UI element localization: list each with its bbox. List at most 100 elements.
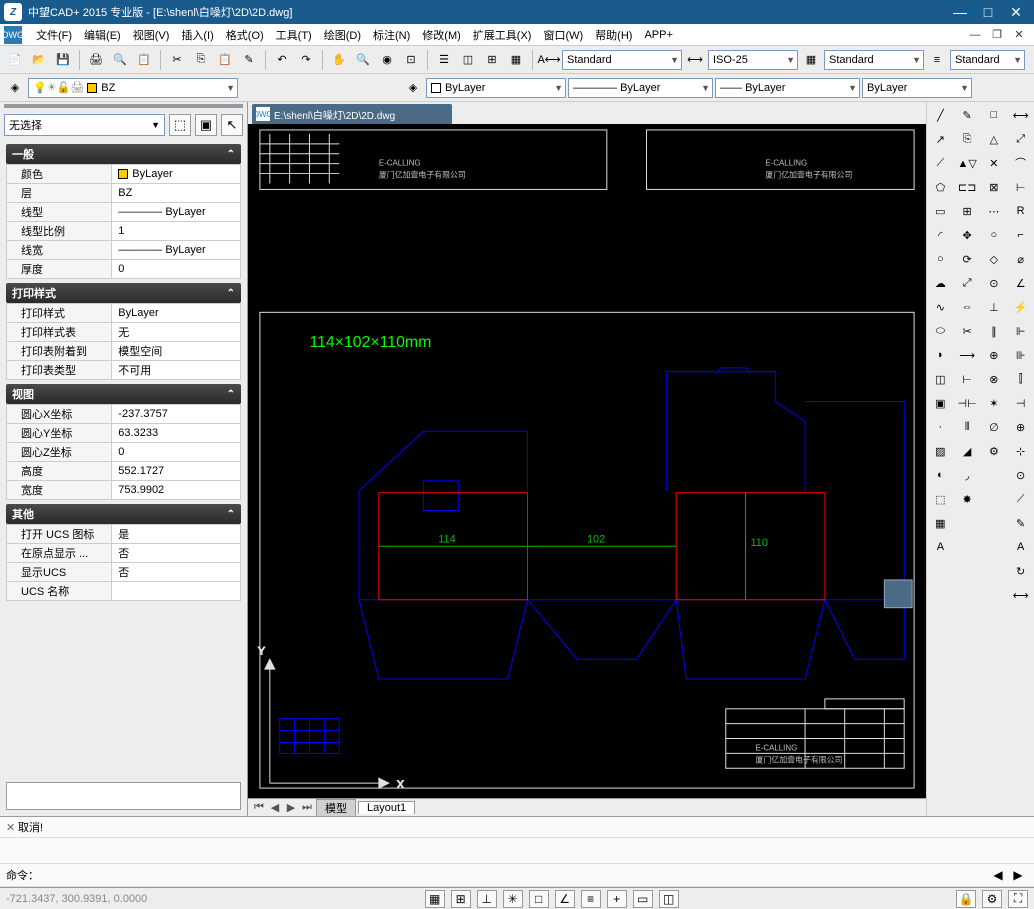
property-row[interactable]: 圆心Y坐标63.3233: [7, 424, 241, 443]
property-row[interactable]: 打印样式ByLayer: [7, 304, 241, 323]
property-row[interactable]: 线型比例1: [7, 222, 241, 241]
dim-arc-icon[interactable]: ⌒: [1010, 152, 1032, 174]
erase-icon[interactable]: ✎: [956, 104, 978, 126]
property-row[interactable]: 线型———— ByLayer: [7, 203, 241, 222]
pline-icon[interactable]: ⟋: [929, 152, 951, 174]
menu-draw[interactable]: 绘图(D): [318, 24, 367, 45]
arc-icon[interactable]: ◜: [929, 224, 951, 246]
join-icon[interactable]: ⫴: [956, 416, 978, 438]
circle-icon[interactable]: ○: [929, 248, 951, 270]
break-at-icon[interactable]: ⊢: [956, 368, 978, 390]
snap-appint-icon[interactable]: ⊠: [983, 176, 1005, 198]
menu-format[interactable]: 格式(O): [220, 24, 270, 45]
snap-node-icon[interactable]: ⊗: [983, 368, 1005, 390]
mirror-icon[interactable]: ▲▽: [956, 152, 978, 174]
property-row[interactable]: 高度552.1727: [7, 462, 241, 481]
break-icon[interactable]: ⊣⊢: [956, 392, 978, 414]
polar-toggle[interactable]: ✳: [503, 890, 523, 908]
snap-perp-icon[interactable]: ⊥: [983, 296, 1005, 318]
dim-icon[interactable]: ⟷: [684, 49, 706, 71]
dim-style-dropdown[interactable]: ISO-25▼: [708, 50, 798, 70]
revcloud-icon[interactable]: ☁: [929, 272, 951, 294]
dim-base-icon[interactable]: ⊩: [1010, 320, 1032, 342]
child-restore[interactable]: ❐: [986, 28, 1008, 41]
layer-manager-icon[interactable]: ◈: [4, 77, 26, 99]
lwt-toggle[interactable]: ≡: [581, 890, 601, 908]
snap-tan-icon[interactable]: ⊙: [983, 272, 1005, 294]
dim-quick-icon[interactable]: ⚡: [1010, 296, 1032, 318]
text-style-dropdown[interactable]: Standard▼: [562, 50, 682, 70]
child-minimize[interactable]: —: [964, 29, 986, 41]
section-header[interactable]: 其他⌃: [6, 504, 241, 524]
dim-ord-icon[interactable]: ⊢: [1010, 176, 1032, 198]
table-style-dropdown[interactable]: Standard▼: [824, 50, 924, 70]
tool-palette-icon[interactable]: ⊞: [481, 49, 503, 71]
section-header[interactable]: 一般⌃: [6, 144, 241, 164]
menu-tools[interactable]: 工具(T): [270, 24, 318, 45]
redo-icon[interactable]: ↷: [295, 49, 317, 71]
fillet-icon[interactable]: ◞: [956, 464, 978, 486]
ray-icon[interactable]: ↗: [929, 128, 951, 150]
center-mark-icon[interactable]: ⊹: [1010, 440, 1032, 462]
menu-help[interactable]: 帮助(H): [589, 24, 638, 45]
snap-settings-icon[interactable]: ⚙: [983, 440, 1005, 462]
dim-dia-icon[interactable]: ⌀: [1010, 248, 1032, 270]
property-row[interactable]: 圆心X坐标-237.3757: [7, 405, 241, 424]
dim-break-icon[interactable]: ⊣: [1010, 392, 1032, 414]
hatch-icon[interactable]: ▨: [929, 440, 951, 462]
menu-view[interactable]: 视图(V): [127, 24, 176, 45]
ml-style-icon[interactable]: ≡: [926, 49, 948, 71]
array-icon[interactable]: ⊞: [956, 200, 978, 222]
cycle-toggle[interactable]: ◫: [659, 890, 679, 908]
dim-tedit-icon[interactable]: A: [1010, 536, 1032, 558]
tolerance-icon[interactable]: ⊕: [1010, 416, 1032, 438]
plot-icon[interactable]: 📋: [133, 49, 155, 71]
explode-icon[interactable]: ✸: [956, 488, 978, 510]
property-row[interactable]: 打印样式表无: [7, 323, 241, 342]
cmd-scroll-left[interactable]: ◀: [988, 866, 1008, 884]
gradient-icon[interactable]: ◐: [929, 464, 951, 486]
layer-dropdown[interactable]: 💡☀🔓🖨 BZ▼: [28, 78, 238, 98]
tab-layout1[interactable]: Layout1: [358, 801, 415, 814]
make-block-icon[interactable]: ▣: [929, 392, 951, 414]
table-style-icon[interactable]: ▦: [800, 49, 822, 71]
property-row[interactable]: 打印表附着到模型空间: [7, 342, 241, 361]
cut-icon[interactable]: ✂: [166, 49, 188, 71]
property-row[interactable]: 显示UCS否: [7, 563, 241, 582]
dim-style-icon[interactable]: A⟷: [538, 49, 560, 71]
new-icon[interactable]: 📄: [4, 49, 26, 71]
grid-toggle[interactable]: ⊞: [451, 890, 471, 908]
move-icon[interactable]: ✥: [956, 224, 978, 246]
close-button[interactable]: ✕: [1002, 3, 1030, 21]
property-row[interactable]: 打开 UCS 图标是: [7, 525, 241, 544]
mtext-icon[interactable]: A: [929, 536, 951, 558]
zoom-ext-icon[interactable]: ⊡: [400, 49, 422, 71]
cmd-scroll-right[interactable]: ▶: [1008, 866, 1028, 884]
line-icon[interactable]: ╱: [929, 104, 951, 126]
panel-grip[interactable]: [4, 104, 243, 108]
ortho-toggle[interactable]: ⊥: [477, 890, 497, 908]
snap-ins-icon[interactable]: ⊕: [983, 344, 1005, 366]
polygon-icon[interactable]: ⬠: [929, 176, 951, 198]
snap-toggle[interactable]: ▦: [425, 890, 445, 908]
dim-aligned-icon[interactable]: ⤢: [1010, 128, 1032, 150]
tab-prev[interactable]: ◀: [268, 801, 282, 814]
menu-ext[interactable]: 扩展工具(X): [467, 24, 538, 45]
property-row[interactable]: UCS 名称: [7, 582, 241, 601]
dim-cont-icon[interactable]: ⊪: [1010, 344, 1032, 366]
model-toggle[interactable]: ▭: [633, 890, 653, 908]
snap-near-icon[interactable]: ✶: [983, 392, 1005, 414]
annotation-scale[interactable]: 🔒: [956, 890, 976, 908]
property-row[interactable]: 在原点显示 ...否: [7, 544, 241, 563]
dim-edit-icon[interactable]: ✎: [1010, 512, 1032, 534]
properties-icon[interactable]: ☰: [433, 49, 455, 71]
select-objects-icon[interactable]: ▣: [195, 114, 217, 136]
menu-edit[interactable]: 编辑(E): [78, 24, 127, 45]
print-icon[interactable]: 🖨: [85, 49, 107, 71]
selection-dropdown[interactable]: 无选择▼: [4, 114, 165, 136]
open-icon[interactable]: 📂: [28, 49, 50, 71]
design-center-icon[interactable]: ◫: [457, 49, 479, 71]
stretch-icon[interactable]: ⇔: [956, 296, 978, 318]
pan-icon[interactable]: ✋: [328, 49, 350, 71]
menu-app[interactable]: APP+: [638, 24, 678, 45]
